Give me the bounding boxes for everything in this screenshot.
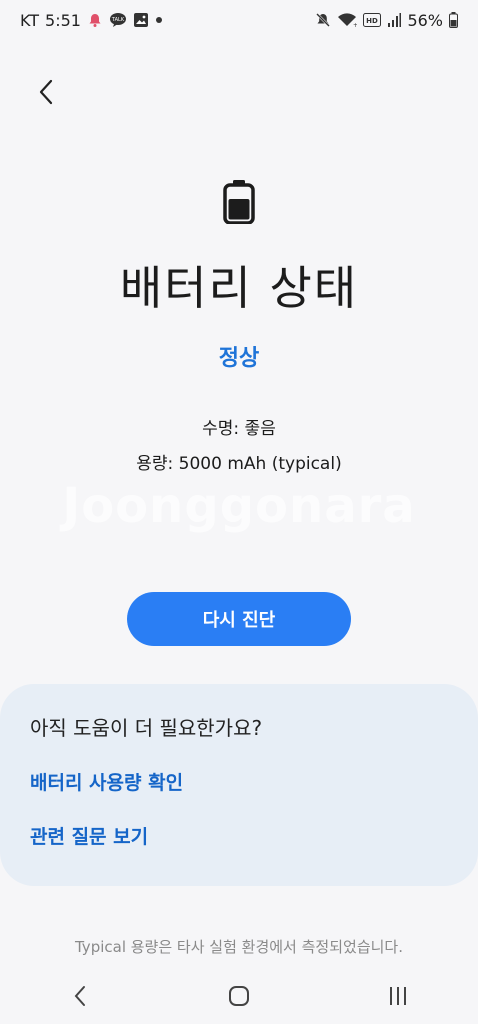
notification-bell-icon <box>87 12 103 28</box>
rediagnose-button[interactable]: 다시 진단 <box>127 592 351 646</box>
capacity-text: 용량: 5000 mAh (typical) <box>136 454 342 474</box>
nav-back-button[interactable] <box>50 971 110 1021</box>
watermark: Joonggonara <box>62 478 416 534</box>
lifespan-text: 수명: 좋음 <box>202 419 276 439</box>
gallery-icon <box>133 12 149 28</box>
recent-apps-icon <box>390 987 407 1005</box>
battery-status-icon <box>223 180 255 228</box>
carrier-label: KT <box>20 10 40 30</box>
page-title: 배터리 상태 <box>119 261 359 315</box>
related-questions-link[interactable]: 관련 질문 보기 <box>30 822 148 849</box>
back-button[interactable] <box>28 72 64 112</box>
status-right: + HD 56% <box>315 11 458 30</box>
navigation-bar <box>0 968 478 1024</box>
svg-text:+: + <box>353 22 357 28</box>
battery-icon <box>449 12 458 28</box>
clock: 5:51 <box>45 10 81 30</box>
mute-icon <box>315 12 331 28</box>
footer-note: Typical 용량은 타사 실험 환경에서 측정되었습니다. <box>0 934 478 960</box>
footer-note-line1: Typical 용량은 타사 실험 환경에서 측정되었습니다. <box>74 938 403 956</box>
nav-recent-apps-button[interactable] <box>368 971 428 1021</box>
wifi-icon: + <box>337 12 357 28</box>
status-bar: KT 5:51 TALK + HD 56% <box>0 0 478 40</box>
help-card: 아직 도움이 더 필요한가요? 배터리 사용량 확인 관련 질문 보기 <box>0 684 478 886</box>
battery-percent: 56% <box>407 10 443 30</box>
chevron-left-icon <box>39 79 53 105</box>
status-left: KT 5:51 TALK <box>20 11 163 30</box>
back-icon <box>74 986 85 1006</box>
talk-message-icon: TALK <box>109 12 127 28</box>
home-icon <box>228 986 249 1006</box>
dot-icon <box>155 16 163 24</box>
nav-home-button[interactable] <box>209 971 269 1021</box>
battery-condition-status: 정상 <box>218 346 260 371</box>
signal-icon <box>387 13 402 27</box>
svg-text:TALK: TALK <box>111 17 125 23</box>
help-heading: 아직 도움이 더 필요한가요? <box>30 716 263 740</box>
battery-usage-link[interactable]: 배터리 사용량 확인 <box>30 768 183 795</box>
hd-voice-icon: HD <box>363 13 382 27</box>
svg-text:HD: HD <box>367 17 379 25</box>
